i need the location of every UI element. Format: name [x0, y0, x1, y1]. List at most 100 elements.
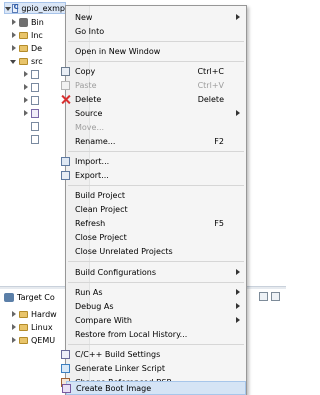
tree-item-linux[interactable]: Linux	[10, 321, 53, 333]
menu-item-move[interactable]: Move...	[66, 120, 246, 134]
submenu-arrow-icon	[236, 269, 240, 275]
menu-item-open-in-new-window[interactable]: Open in New Window	[66, 44, 246, 58]
menu-item-copy[interactable]: Copy Ctrl+C	[61, 64, 246, 78]
tree-item-src[interactable]: src	[10, 55, 43, 67]
project-label: gpio_exmp	[21, 3, 65, 13]
new-connection-icon[interactable]	[259, 292, 268, 301]
menu-item-label: Refresh	[75, 218, 106, 228]
menu-item-export[interactable]: Export...	[61, 168, 246, 182]
linker-script-icon	[61, 363, 70, 373]
collapse-arrow-icon[interactable]	[22, 83, 29, 91]
tree-item-src-file[interactable]	[31, 120, 42, 132]
menu-item-label: Paste	[75, 80, 97, 90]
folder-icon	[19, 57, 28, 65]
menu-item-debug-as[interactable]: Debug As	[66, 299, 246, 313]
menu-item-refresh[interactable]: Refresh F5	[66, 216, 246, 230]
menu-item-generate-linker-script[interactable]: Generate Linker Script	[61, 361, 246, 375]
menu-item-run-as[interactable]: Run As	[66, 285, 246, 299]
collapse-arrow-icon[interactable]	[22, 96, 29, 104]
menu-item-paste[interactable]: Paste Ctrl+V	[61, 78, 246, 92]
menu-separator	[68, 185, 244, 186]
import-icon	[61, 156, 70, 166]
menu-item-label: Build Configurations	[75, 267, 157, 277]
tree-item-label: Hardw	[31, 309, 57, 319]
menu-separator	[68, 41, 244, 42]
shortcut-label: Delete	[197, 94, 224, 104]
tree-item-src-file[interactable]	[22, 107, 42, 119]
menu-item-build-project[interactable]: Build Project	[66, 188, 246, 202]
menu-separator	[68, 282, 244, 283]
menu-item-label: Generate Linker Script	[75, 363, 165, 373]
menu-item-label: Close Unrelated Projects	[75, 246, 173, 256]
menu-item-label: Rename...	[75, 136, 116, 146]
tree-item-debug[interactable]: De	[10, 42, 42, 54]
collapse-arrow-icon[interactable]	[22, 109, 29, 117]
collapse-arrow-icon[interactable]	[10, 323, 17, 331]
context-menu: New Go Into Open in New Window Copy Ctrl…	[61, 5, 247, 395]
menu-item-build-configurations[interactable]: Build Configurations	[66, 265, 246, 279]
submenu-arrow-icon	[236, 317, 240, 323]
folder-icon	[19, 336, 28, 344]
binaries-icon	[19, 17, 28, 27]
menu-item-label: Copy	[75, 66, 96, 76]
menu-item-label: Clean Project	[75, 204, 128, 214]
c-source-file-icon	[31, 82, 39, 92]
tree-item-qemu[interactable]: QEMU	[10, 334, 55, 346]
menu-separator	[68, 344, 244, 345]
menu-item-label: C/C++ Build Settings	[75, 349, 161, 359]
folder-icon	[19, 323, 28, 331]
menu-item-close-project[interactable]: Close Project	[66, 230, 246, 244]
menu-separator	[68, 261, 244, 262]
tree-item-src-file[interactable]	[31, 133, 42, 145]
folder-icon	[19, 44, 28, 52]
menu-item-label: Move...	[75, 122, 105, 132]
tree-item-label: Linux	[31, 322, 53, 332]
collapse-arrow-icon[interactable]	[10, 44, 17, 52]
menu-item-compare-with[interactable]: Compare With	[66, 313, 246, 327]
delete-icon	[61, 95, 70, 104]
menu-item-import[interactable]: Import...	[61, 154, 246, 168]
copy-icon	[61, 66, 70, 76]
menu-item-delete[interactable]: Delete Delete	[66, 92, 246, 106]
target-connections-icon	[4, 292, 14, 302]
expand-arrow-icon[interactable]	[5, 5, 11, 12]
tree-item-project[interactable]: gpio_exmp	[4, 2, 66, 14]
tree-item-src-file[interactable]	[22, 68, 42, 80]
collapse-arrow-icon[interactable]	[10, 31, 17, 39]
menu-separator	[68, 151, 244, 152]
tree-item-src-file[interactable]	[22, 81, 42, 93]
menu-item-label: Go Into	[75, 26, 105, 36]
c-project-icon	[11, 3, 18, 13]
shortcut-label: Ctrl+V	[197, 80, 224, 90]
includes-folder-icon	[19, 31, 28, 39]
menu-item-cpp-build-settings[interactable]: C/C++ Build Settings	[61, 347, 246, 361]
menu-item-create-boot-image[interactable]: Create Boot Image	[62, 381, 246, 395]
menu-item-go-into[interactable]: Go Into	[66, 24, 246, 38]
tree-item-includes[interactable]: Inc	[10, 29, 43, 41]
shortcut-label: Ctrl+C	[197, 66, 224, 76]
menu-item-restore-from-local-history[interactable]: Restore from Local History...	[66, 327, 246, 341]
menu-item-source[interactable]: Source	[66, 106, 246, 120]
tree-item-hardware[interactable]: Hardw	[10, 308, 57, 320]
submenu-arrow-icon	[236, 303, 240, 309]
collapse-arrow-icon[interactable]	[10, 18, 17, 26]
collapse-arrow-icon[interactable]	[10, 310, 17, 318]
tree-item-binaries[interactable]: Bin	[10, 16, 44, 28]
paste-icon	[61, 80, 70, 90]
shortcut-label: F2	[214, 136, 224, 146]
menu-item-new[interactable]: New	[66, 10, 246, 24]
menu-item-rename[interactable]: Rename... F2	[66, 134, 246, 148]
tree-item-label: De	[31, 43, 43, 53]
menu-item-clean-project[interactable]: Clean Project	[66, 202, 246, 216]
view-menu-icon[interactable]	[271, 292, 280, 301]
menu-item-label: Delete	[75, 94, 102, 104]
expand-arrow-icon[interactable]	[10, 58, 17, 65]
collapse-arrow-icon[interactable]	[22, 70, 29, 78]
submenu-arrow-icon	[236, 110, 240, 116]
collapse-arrow-icon[interactable]	[10, 336, 17, 344]
menu-item-label: Restore from Local History...	[75, 329, 188, 339]
menu-item-label: Export...	[75, 170, 109, 180]
c-source-file-icon	[31, 95, 39, 105]
tree-item-src-file[interactable]	[22, 94, 42, 106]
menu-item-close-unrelated-projects[interactable]: Close Unrelated Projects	[66, 244, 246, 258]
